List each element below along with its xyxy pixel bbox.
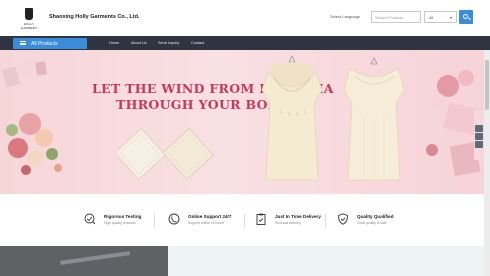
- top-header: HOLLY GARMENT Shaoxing Holly Garments Co…: [0, 0, 490, 36]
- flowers-decoration-left: [1, 59, 62, 175]
- carousel-dots: [241, 187, 249, 194]
- search-scope-value: All: [429, 15, 434, 20]
- feature-subtitle: Good quality is safe: [357, 221, 387, 225]
- nav-about-us[interactable]: About Us: [131, 41, 147, 45]
- page-scrollbar[interactable]: [484, 50, 490, 276]
- shield-check-icon: [338, 213, 348, 225]
- feature-subtitle: High quality products: [104, 221, 136, 225]
- feature-title: Just In Time Delivery: [275, 214, 321, 219]
- chevron-down-icon: [450, 17, 452, 19]
- feature-title: Online Support 24/7: [188, 214, 232, 219]
- logo-mark: [25, 8, 33, 20]
- all-products-button[interactable]: All Products: [13, 37, 87, 49]
- blouse-back-image: [343, 57, 405, 181]
- search-scope-select[interactable]: All: [424, 11, 457, 23]
- image-detail: [60, 251, 130, 265]
- search-input[interactable]: Search Products: [371, 11, 421, 23]
- divider: [154, 214, 155, 228]
- flowers-decoration-right: [426, 70, 484, 177]
- feature-title: Rigorous Testing: [104, 214, 142, 219]
- feature-rigorous-testing: Rigorous Testing High quality products: [84, 212, 174, 230]
- all-products-label: All Products: [31, 40, 58, 47]
- email-tool-icon[interactable]: [475, 133, 483, 140]
- hero-banner[interactable]: LET THE WIND FROM BOHEMIA THROUGH YOUR B…: [0, 50, 490, 194]
- main-nav: All Products Home About Us Send Inquiry …: [0, 36, 490, 50]
- check-chart-icon: [84, 213, 96, 225]
- nav-contact[interactable]: Contact: [191, 41, 204, 45]
- company-name: Shaoxing Holly Garments Co., Ltd.: [49, 14, 140, 20]
- feature-subtitle: Punctual delivery: [275, 221, 301, 225]
- company-logo[interactable]: HOLLY GARMENT: [16, 8, 42, 30]
- scrollbar-thumb[interactable]: [485, 60, 489, 110]
- floating-contact-tools: [475, 125, 483, 149]
- logo-text: HOLLY GARMENT: [20, 22, 38, 30]
- phone-tool-icon[interactable]: [475, 141, 483, 148]
- blouse-front-image: [261, 55, 323, 181]
- clipboard-check-icon: [256, 213, 266, 225]
- language-selector[interactable]: Select Language: [330, 14, 360, 19]
- about-image: [0, 246, 168, 276]
- inquiry-tool-icon[interactable]: [475, 125, 483, 132]
- about-section: [168, 246, 484, 276]
- features-strip: Rigorous Testing High quality products O…: [0, 194, 490, 246]
- divider: [244, 214, 245, 228]
- feature-title: Quality Qualified: [357, 214, 394, 219]
- feature-just-in-time-delivery: Just In Time Delivery Punctual delivery: [255, 212, 345, 230]
- nav-send-inquiry[interactable]: Send Inquiry: [158, 41, 179, 45]
- feature-quality-qualified: Quality Qualified Good quality is safe: [337, 212, 427, 230]
- nav-home[interactable]: Home: [109, 41, 119, 45]
- lace-fabric-image: [118, 127, 215, 181]
- phone-icon: [168, 213, 180, 225]
- feature-subtitle: Support online 24 hours: [188, 221, 225, 225]
- search-button[interactable]: [459, 10, 473, 24]
- menu-icon: [20, 41, 26, 45]
- divider: [325, 214, 326, 228]
